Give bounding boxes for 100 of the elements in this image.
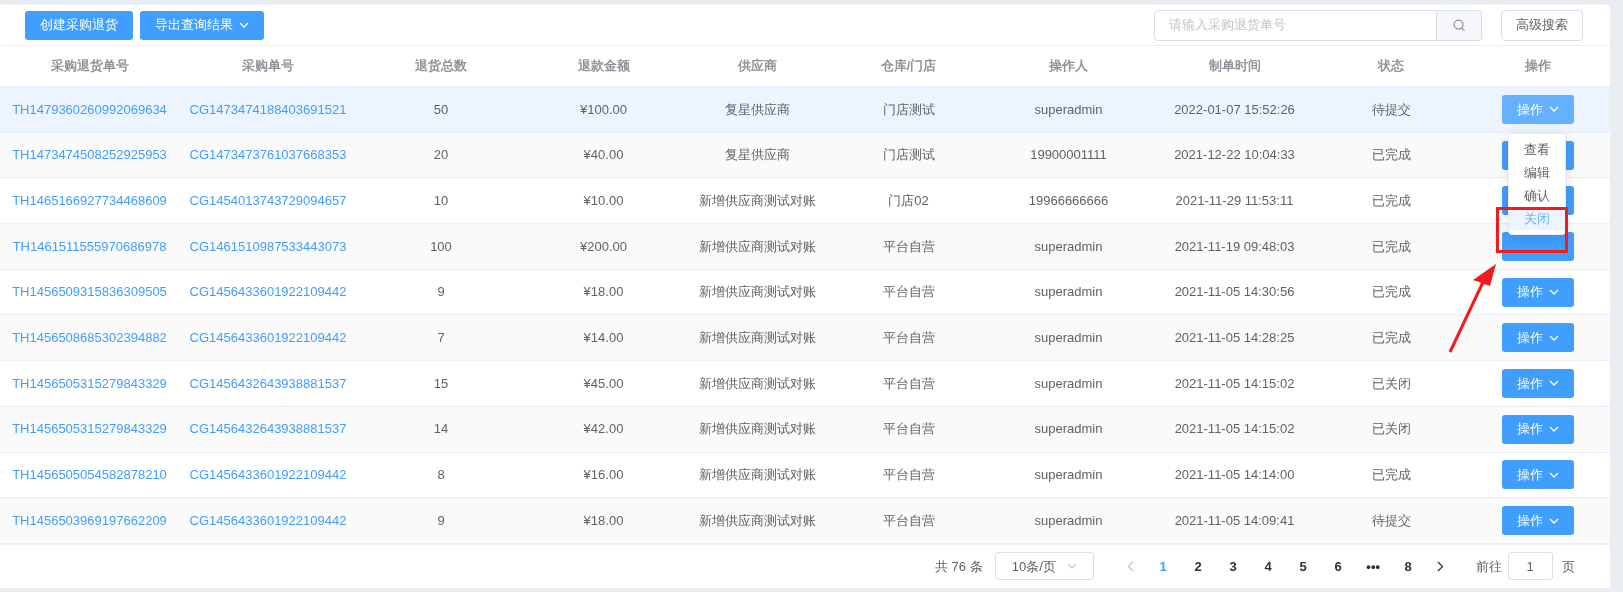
order-link[interactable]: TH1456508685302394882: [12, 328, 167, 348]
column-header: 操作: [1524, 57, 1551, 76]
column-header: 退货总数: [415, 57, 467, 76]
menu-item[interactable]: 确认: [1509, 184, 1565, 207]
table-cell-text: 新增供应商测试对账: [698, 283, 816, 302]
table-cell-text: superadmin: [1034, 329, 1103, 348]
order-link[interactable]: TH1479360260992069634: [12, 99, 167, 120]
table-cell-text: ¥200.00: [580, 237, 627, 256]
action-button[interactable]: 操作: [1501, 460, 1574, 490]
page-button[interactable]: 3: [1215, 556, 1251, 577]
table-cell-text: superadmin: [1034, 466, 1103, 485]
table-cell-text: 复星供应商: [724, 100, 790, 119]
table-cell-text: superadmin: [1034, 283, 1103, 302]
order-link[interactable]: CG1456433601922109442: [189, 465, 347, 485]
table-cell-text: 平台自营: [882, 374, 935, 393]
table-cell-text: 新增供应商测试对账: [698, 511, 816, 530]
caret-icon: [1066, 563, 1077, 570]
order-link[interactable]: TH1456505315279843329: [12, 373, 167, 394]
table-cell-text: 新增供应商测试对账: [698, 191, 816, 210]
advanced-search-button[interactable]: 高级搜索: [1501, 9, 1583, 41]
table-cell-text: 新增供应商测试对账: [698, 237, 816, 256]
table-row[interactable]: TH1456505315279843329 CG1456432643938881537 14 ¥42.00 新增供应商测试对账 平台自营 superadmin 2021-11-05 14:15:02 已关闭 操作: [0, 406, 1610, 453]
table-cell-text: superadmin: [1034, 420, 1103, 439]
order-link[interactable]: CG1456432643938881537: [189, 419, 347, 439]
caret-icon: [1548, 471, 1559, 478]
order-link[interactable]: CG1473474188403691521: [189, 99, 347, 120]
order-link[interactable]: CG1456433601922109442: [189, 510, 347, 531]
page-button[interactable]: •••: [1355, 556, 1391, 577]
table-cell-text: superadmin: [1034, 100, 1103, 119]
action-button[interactable]: 操作: [1501, 94, 1574, 124]
create-button[interactable]: 创建采购退货: [25, 10, 133, 40]
table-cell-text: superadmin: [1034, 374, 1103, 393]
order-link[interactable]: TH1465166927734468609: [12, 190, 167, 211]
export-dropdown-button[interactable]: 导出查询结果: [140, 10, 264, 40]
action-button[interactable]: 操作: [1501, 506, 1574, 536]
table-cell-text: 14: [433, 420, 449, 439]
order-link[interactable]: TH1461511555970686978: [12, 236, 167, 257]
table-cell-text: superadmin: [1034, 511, 1103, 530]
page-size-select[interactable]: 10条/页: [994, 552, 1094, 581]
table-cell-text: 已完成: [1371, 283, 1411, 302]
page-button[interactable]: 1: [1145, 556, 1181, 577]
table-cell-text: ¥18.00: [583, 511, 624, 530]
table-cell-text: ¥42.00: [583, 420, 624, 439]
caret-icon: [239, 22, 249, 28]
page-button[interactable]: 2: [1180, 556, 1216, 577]
order-link[interactable]: CG1454013743729094657: [189, 190, 347, 211]
order-link[interactable]: CG1473473761037668353: [189, 145, 347, 165]
menu-item[interactable]: 查看: [1509, 138, 1565, 161]
column-header: 操作人: [1049, 57, 1088, 76]
table-cell-text: ¥14.00: [583, 329, 624, 348]
caret-icon: [1548, 334, 1559, 341]
table-cell-text: 新增供应商测试对账: [698, 466, 816, 485]
search-field[interactable]: 请输入采购退货单号: [1154, 9, 1437, 41]
table-cell-text: ¥10.00: [583, 191, 624, 210]
page-suffix: 页: [1561, 557, 1575, 576]
table-cell-text: 新增供应商测试对账: [698, 420, 816, 439]
caret-icon: [1548, 380, 1559, 387]
action-button[interactable]: 操作: [1501, 277, 1574, 307]
action-button[interactable]: 操作: [1501, 368, 1574, 398]
caret-icon: [1548, 106, 1559, 113]
table-cell-text: ¥18.00: [583, 283, 624, 302]
table-cell-text: 19900001111: [1030, 146, 1107, 165]
order-link[interactable]: TH1456505054582878210: [12, 465, 167, 485]
table-cell-text: 2021-11-05 14:14:00: [1174, 466, 1295, 485]
action-button[interactable]: 操作: [1501, 414, 1574, 444]
page-number-field[interactable]: 1: [1507, 552, 1553, 581]
table-cell-text: 已完成: [1371, 191, 1411, 210]
page-button[interactable]: 8: [1390, 556, 1426, 577]
order-link[interactable]: TH1456505315279843329: [12, 419, 167, 439]
order-link[interactable]: CG1461510987533443073: [189, 236, 347, 257]
table-cell-text: 2021-11-05 14:30:56: [1174, 283, 1295, 302]
table-cell-text: 新增供应商测试对账: [698, 374, 816, 393]
action-button[interactable]: 操作: [1501, 323, 1574, 353]
table-cell-text: 已完成: [1371, 237, 1411, 256]
order-link[interactable]: TH1456503969197662209: [12, 510, 167, 531]
caret-icon: [1548, 517, 1559, 524]
order-link[interactable]: TH1456509315836309505: [12, 282, 167, 302]
order-link[interactable]: CG1456432643938881537: [189, 373, 347, 394]
chevron-right-icon: [1437, 560, 1445, 572]
table-row[interactable]: TH1461511555970686978 CG1461510987533443073 100 ¥200.00 新增供应商测试对账 平台自营 superadmin 2021-11-19 09:48:03 已完成: [0, 224, 1610, 270]
page-button[interactable]: 4: [1250, 556, 1286, 577]
column-header: 采购单号: [242, 57, 294, 76]
page-button[interactable]: 6: [1320, 556, 1356, 577]
order-link[interactable]: TH1473474508252925953: [12, 145, 167, 165]
table-cell-text: 20: [433, 146, 449, 165]
table-cell-text: ¥16.00: [583, 466, 624, 485]
page-button[interactable]: 5: [1285, 556, 1321, 577]
order-link[interactable]: CG1456433601922109442: [189, 328, 347, 348]
column-header: 退款金额: [577, 57, 630, 76]
order-link[interactable]: CG1456433601922109442: [189, 282, 347, 302]
table-cell-text: 已完成: [1371, 466, 1411, 485]
table-cell-text: 平台自营: [882, 237, 935, 256]
table-cell-text: 门店测试: [882, 100, 935, 119]
chevron-left-icon: [1127, 560, 1135, 572]
table-cell-text: 100: [430, 237, 452, 256]
table-cell-text: 2021-11-05 14:15:02: [1174, 374, 1295, 393]
table-cell-text: 50: [433, 100, 449, 119]
table-row[interactable]: TH1456503969197662209 CG1456433601922109442 9 ¥18.00 新增供应商测试对账 平台自营 superadmin 2021-11-05 14:09:41 待提交 操作: [0, 498, 1610, 544]
table-row[interactable]: TH1479360260992069634 CG1473474188403691521 50 ¥100.00 复星供应商 门店测试 superadmin 2022-01-07 15:52:26 待提交 操作: [0, 87, 1610, 133]
table-row[interactable]: TH1456508685302394882 CG1456433601922109442 7 ¥14.00 新增供应商测试对账 平台自营 superadmin 2021-11-05 14:28:25 已完成 操作: [0, 315, 1610, 362]
